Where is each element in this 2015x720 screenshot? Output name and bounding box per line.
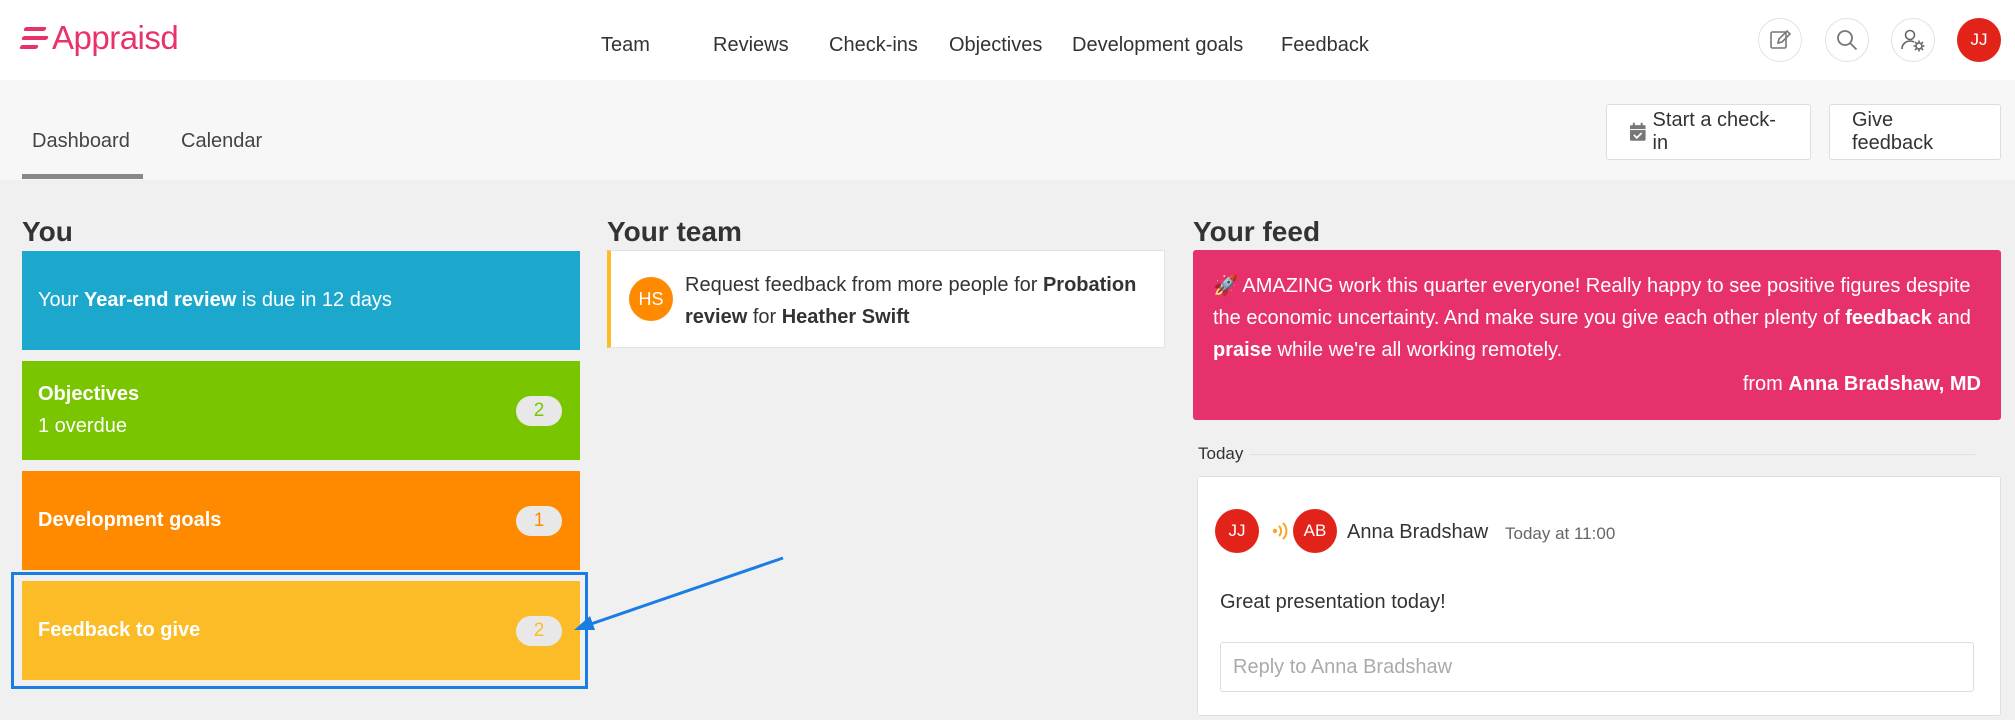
logo-mark-icon <box>19 23 50 53</box>
development-goals-title: Development goals <box>38 509 222 531</box>
post-message: Great presentation today! <box>1220 591 1446 613</box>
your-team-section-title: Your team <box>607 216 742 247</box>
post-timestamp: Today at 11:00 <box>1505 524 1616 543</box>
broadcast-icon <box>1272 522 1288 540</box>
development-goals-card[interactable]: Development goals 1 <box>22 471 580 570</box>
year-end-review-card[interactable]: Your Year-end review is due in 12 days <box>22 251 580 350</box>
nav-check-ins[interactable]: Check-ins <box>829 34 918 57</box>
give-feedback-label: Give feedback <box>1852 109 1934 154</box>
nav-development-goals[interactable]: Development goals <box>1072 34 1243 57</box>
feedback-to-give-card[interactable]: Feedback to give 2 <box>22 581 580 680</box>
sender-avatar[interactable]: JJ <box>1215 509 1259 553</box>
start-checkin-label: Start a check-in <box>1652 109 1776 154</box>
announcement-text: 🚀 AMAZING work this quarter everyone! Re… <box>1213 275 1971 361</box>
user-avatar-initials: JJ <box>1970 30 1988 49</box>
logo-text: Appraisd <box>52 19 179 56</box>
heather-swift-avatar: HS <box>629 277 673 321</box>
tab-calendar[interactable]: Calendar <box>181 130 262 153</box>
search-icon <box>1837 30 1858 51</box>
rocket-icon: 🚀 <box>1213 275 1238 297</box>
active-tab-indicator <box>22 174 143 179</box>
start-checkin-button[interactable]: Start a check-in <box>1606 104 1811 160</box>
your-feed-section-title: Your feed <box>1193 216 1321 247</box>
team-request-feedback-item[interactable]: HS Request feedback from more people for… <box>607 250 1165 348</box>
objectives-card[interactable]: Objectives 1 overdue 2 <box>22 361 580 460</box>
nav-reviews[interactable]: Reviews <box>713 34 789 57</box>
admin-settings-button[interactable] <box>1891 18 1935 62</box>
reply-input[interactable] <box>1220 642 1974 692</box>
nav-team[interactable]: Team <box>601 34 650 57</box>
user-avatar[interactable]: JJ <box>1957 18 2001 62</box>
appraisd-logo[interactable]: Appraisd <box>19 18 179 58</box>
nav-feedback[interactable]: Feedback <box>1281 34 1369 57</box>
today-divider-label: Today <box>1198 444 1244 463</box>
objectives-overdue: 1 overdue <box>38 415 127 437</box>
admin-settings-icon <box>1901 29 1925 52</box>
announcement-author: from Anna Bradshaw, MD <box>1742 373 1981 395</box>
objectives-count-badge: 2 <box>516 396 562 426</box>
feedback-to-give-title: Feedback to give <box>38 619 201 641</box>
development-goals-count-badge: 1 <box>516 506 562 536</box>
review-due-text: Your Year-end review is due in 12 days <box>38 289 392 311</box>
feed-post-card: JJ AB Anna Bradshaw Today at 11:00 Great… <box>1197 476 2001 716</box>
sub-navbar: Dashboard Calendar Start a check-in Give… <box>0 80 2015 180</box>
you-section-title: You <box>22 216 73 247</box>
give-feedback-button[interactable]: Give feedback <box>1829 104 2001 160</box>
nav-objectives[interactable]: Objectives <box>949 34 1042 57</box>
objectives-title: Objectives <box>38 383 140 405</box>
today-divider <box>1250 454 1975 455</box>
calendar-check-icon <box>1629 122 1646 141</box>
tab-dashboard[interactable]: Dashboard <box>32 130 130 153</box>
top-navbar: Appraisd Team Reviews Check-ins Objectiv… <box>0 0 2015 80</box>
feedback-to-give-count-badge: 2 <box>516 616 562 646</box>
announcement-card: 🚀 AMAZING work this quarter everyone! Re… <box>1193 250 2001 420</box>
search-button[interactable] <box>1825 18 1869 62</box>
edit-button[interactable] <box>1758 18 1802 62</box>
post-author-name[interactable]: Anna Bradshaw <box>1347 521 1488 544</box>
pencil-icon <box>1770 29 1792 49</box>
team-item-text: Request feedback from more people for Pr… <box>685 274 1137 328</box>
recipient-avatar[interactable]: AB <box>1293 509 1337 553</box>
